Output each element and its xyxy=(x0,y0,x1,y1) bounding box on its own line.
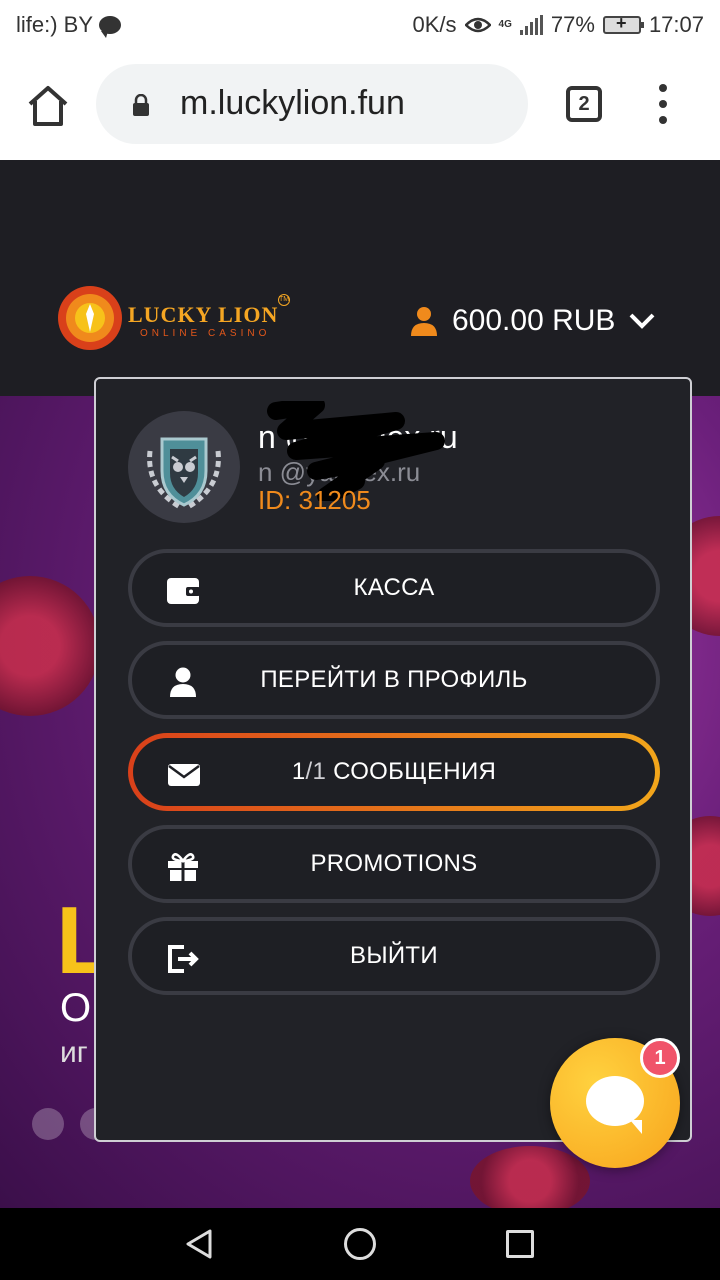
messages-text: СООБЩЕНИЯ xyxy=(333,758,497,785)
status-bar: life:) BY 0K/s 4G 77% 17:07 xyxy=(0,0,720,50)
casino-chip-decoration xyxy=(0,576,100,716)
carousel-dot[interactable] xyxy=(32,1108,64,1140)
messages-total-count: 1 xyxy=(312,758,327,785)
logout-icon xyxy=(168,945,199,973)
site-header: LUCKY LION TM ONLINE CASINO 600.00 RUB xyxy=(0,160,720,396)
messages-label: 1/1 СООБЩЕНИЯ xyxy=(292,758,496,786)
carrier-name: life:) BY xyxy=(16,12,94,37)
cashier-label: КАССА xyxy=(353,574,435,601)
system-navigation-bar xyxy=(0,1208,720,1280)
net-speed: 0K/s xyxy=(412,12,457,37)
battery-percent: 77% xyxy=(550,12,595,37)
user-icon xyxy=(411,307,437,336)
promotions-button[interactable]: PROMOTIONS xyxy=(128,825,660,903)
clock: 17:07 xyxy=(648,12,704,37)
chevron-down-icon xyxy=(630,313,655,329)
gift-icon xyxy=(168,853,198,881)
browser-toolbar: m.luckylion.fun 2 xyxy=(0,50,720,160)
logout-label: ВЫЙТИ xyxy=(350,942,438,969)
chat-icon xyxy=(586,1076,644,1134)
go-to-profile-button[interactable]: ПЕРЕЙТИ В ПРОФИЛЬ xyxy=(128,641,660,719)
nav-home-icon[interactable] xyxy=(344,1228,376,1260)
owl-shield-icon xyxy=(147,437,221,510)
hero-tagline: иг xyxy=(60,1036,88,1069)
net-type: 4G xyxy=(498,19,512,30)
chat-notification-badge: 1 xyxy=(640,1038,680,1078)
site-logo[interactable]: LUCKY LION TM ONLINE CASINO xyxy=(56,284,296,352)
logo-trademark: TM xyxy=(278,294,290,306)
user-icon xyxy=(170,667,196,697)
profile-label: ПЕРЕЙТИ В ПРОФИЛЬ xyxy=(260,666,528,693)
battery-icon xyxy=(602,13,644,34)
messages-button[interactable]: 1/1 СООБЩЕНИЯ xyxy=(128,733,660,811)
overflow-menu-icon[interactable] xyxy=(656,84,670,124)
logo-text: LUCKY LION xyxy=(128,302,279,327)
tabs-icon[interactable]: 2 xyxy=(566,86,602,122)
balance-dropdown[interactable]: 600.00 RUB xyxy=(410,304,655,338)
wallet-icon xyxy=(167,578,200,604)
chat-bubble-icon xyxy=(99,16,122,38)
casino-chip-decoration xyxy=(470,1146,590,1208)
cashier-button[interactable]: КАССА xyxy=(128,549,660,627)
nav-recent-icon[interactable] xyxy=(506,1230,534,1258)
logo-subtitle: ONLINE CASINO xyxy=(140,328,271,339)
lock-icon xyxy=(133,94,149,116)
status-left: life:) BY xyxy=(16,12,122,38)
user-id: ID: 31205 xyxy=(258,485,371,515)
nav-back-icon[interactable] xyxy=(184,1228,216,1260)
signal-icon xyxy=(519,15,543,35)
eye-icon xyxy=(464,17,491,33)
avatar[interactable] xyxy=(128,411,240,523)
balance-amount: 600.00 RUB xyxy=(452,304,616,337)
hero-subtitle: О xyxy=(60,986,92,1030)
promotions-label: PROMOTIONS xyxy=(310,850,478,877)
home-icon[interactable] xyxy=(24,82,72,130)
account-dropdown-panel: n @yandex.ru n @yandex.ru ID: 31205 КАСС… xyxy=(94,377,692,1142)
address-bar[interactable]: m.luckylion.fun xyxy=(96,64,528,144)
status-right: 0K/s 4G 77% 17:07 xyxy=(413,12,704,38)
url-text: m.luckylion.fun xyxy=(180,84,405,122)
lion-logo-icon xyxy=(58,286,122,350)
logout-button[interactable]: ВЫЙТИ xyxy=(128,917,660,995)
envelope-icon xyxy=(168,764,200,786)
messages-read-count: 1 xyxy=(291,758,306,785)
